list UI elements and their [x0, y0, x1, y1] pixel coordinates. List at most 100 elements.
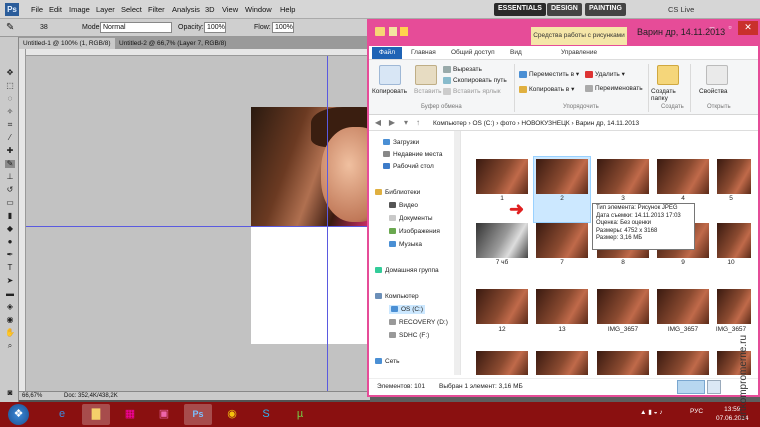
blur-tool-icon[interactable]: ◆ — [5, 225, 15, 233]
breadcrumb-item[interactable]: НОВОКУЗНЕЦК — [521, 120, 569, 127]
details-view-icon[interactable] — [677, 380, 705, 394]
copy-to-button[interactable]: Копировать в ▾ — [519, 85, 574, 93]
menu-image[interactable]: Image — [69, 5, 90, 14]
maximize-icon[interactable]: ▫ — [720, 21, 740, 35]
flow-field[interactable]: 100% — [272, 22, 294, 33]
cs-live-button[interactable]: CS Live — [668, 5, 694, 14]
shape-tool-icon[interactable]: ▬ — [5, 290, 15, 298]
3d-tool-icon[interactable]: ◈ — [5, 303, 15, 311]
tab-untitled-1[interactable]: Untitled-1 @ 100% (1, RGB/8) — [19, 38, 115, 49]
file-thumbnail[interactable] — [597, 159, 649, 194]
file-thumbnail[interactable] — [536, 289, 588, 324]
menu-analysis[interactable]: Analysis — [172, 5, 200, 14]
quick-access-properties-icon[interactable] — [389, 27, 397, 36]
copy-path-button[interactable]: Скопировать путь — [443, 77, 507, 84]
magic-wand-tool-icon[interactable]: ✧ — [5, 108, 15, 116]
nav-scrollbar[interactable] — [454, 131, 460, 375]
delete-button[interactable]: Удалить ▾ — [585, 70, 625, 78]
workspace-essentials[interactable]: ESSENTIALS — [494, 3, 546, 16]
dodge-tool-icon[interactable]: ● — [5, 238, 15, 246]
history-brush-tool-icon[interactable]: ↺ — [5, 186, 15, 194]
language-indicator[interactable]: РУС — [690, 408, 703, 415]
menu-file[interactable]: File — [31, 5, 43, 14]
tab-manage[interactable]: Управление — [561, 49, 597, 56]
crop-tool-icon[interactable]: ⌗ — [5, 121, 15, 129]
nav-item-recent[interactable]: Недавние места — [383, 151, 443, 158]
picture-tools-context-tab[interactable]: Средства работы с рисунками — [531, 27, 627, 45]
paste-button[interactable]: Вставить — [414, 88, 442, 95]
menu-window[interactable]: Window — [245, 5, 272, 14]
nav-item-documents[interactable]: Документы — [389, 215, 433, 222]
rename-button[interactable]: Переименовать — [585, 85, 643, 92]
up-arrow-icon[interactable]: ↑ — [413, 118, 423, 128]
file-thumbnail[interactable] — [717, 159, 751, 194]
recent-dropdown-icon[interactable]: ▾ — [401, 118, 411, 128]
zoom-level[interactable]: 66,67% — [22, 393, 42, 399]
photo-layer[interactable] — [251, 107, 370, 226]
file-thumbnail[interactable] — [536, 223, 588, 258]
menu-help[interactable]: Help — [280, 5, 295, 14]
file-name[interactable]: IMG_3657 — [593, 326, 653, 333]
hand-tool-icon[interactable]: ✋ — [5, 329, 15, 337]
gradient-tool-icon[interactable]: ▮ — [5, 212, 15, 220]
3d-camera-tool-icon[interactable]: ◉ — [5, 316, 15, 324]
breadcrumb[interactable]: Компьютер › OS (C:) › фото › НОВОКУЗНЕЦК… — [433, 118, 639, 129]
file-explorer-icon[interactable]: ▇ — [82, 404, 110, 425]
copy-big-icon[interactable] — [379, 65, 401, 85]
paste-shortcut-button[interactable]: Вставить ярлык — [443, 88, 501, 95]
tray-icons[interactable]: ▲ ▮ ◒ ♪ — [640, 408, 663, 416]
brush-size[interactable]: 38 — [40, 24, 48, 31]
file-thumbnail[interactable] — [476, 289, 528, 324]
breadcrumb-item[interactable]: OS (C:) — [472, 120, 494, 127]
file-thumbnail[interactable] — [597, 289, 649, 324]
presentation-app-icon[interactable]: ▣ — [150, 404, 178, 425]
tab-untitled-2[interactable]: Untitled-2 @ 66,7% (Layer 7, RGB/8) — [115, 38, 230, 49]
menu-view[interactable]: View — [222, 5, 238, 14]
tab-view[interactable]: Вид — [510, 49, 522, 56]
thumbnails-view-icon[interactable] — [707, 380, 721, 394]
opacity-field[interactable]: 100% — [204, 22, 226, 33]
forward-arrow-icon[interactable]: ▶ — [387, 118, 397, 128]
quick-access-new-folder-icon[interactable] — [400, 27, 408, 36]
nav-item-video[interactable]: Видео — [389, 202, 418, 209]
explorer-titlebar[interactable]: Средства работы с рисунками Варин др, 14… — [369, 21, 758, 46]
vertical-ruler[interactable] — [19, 49, 26, 391]
properties-button[interactable]: Свойства — [699, 88, 728, 95]
file-thumbnail[interactable] — [536, 159, 588, 194]
nav-item-pictures[interactable]: Изображения — [389, 228, 440, 235]
file-thumbnail[interactable] — [717, 223, 751, 258]
pen-tool-icon[interactable]: ✒ — [5, 251, 15, 259]
back-arrow-icon[interactable]: ◀ — [373, 118, 383, 128]
file-name[interactable]: 5 — [705, 195, 757, 202]
minimize-icon[interactable]: – — [702, 21, 722, 35]
workspace-painting[interactable]: PAINTING — [585, 3, 626, 16]
nav-item-desktop[interactable]: Рабочий стол — [383, 163, 434, 170]
nav-item-os-c[interactable]: OS (C:) — [389, 305, 426, 314]
file-thumbnail[interactable] — [476, 223, 528, 258]
document-canvas[interactable] — [251, 227, 370, 344]
tab-file[interactable]: Файл — [372, 47, 402, 59]
breadcrumb-item[interactable]: фото — [500, 120, 515, 127]
move-to-button[interactable]: Переместить в ▾ — [519, 70, 579, 78]
file-name[interactable]: 8 — [593, 259, 653, 266]
menu-filter[interactable]: Filter — [148, 5, 165, 14]
file-name[interactable]: IMG_3657 — [653, 326, 713, 333]
photoshop-taskbar-icon[interactable]: Ps — [184, 404, 212, 425]
file-thumbnail[interactable] — [476, 159, 528, 194]
file-name[interactable]: 12 — [472, 326, 532, 333]
breadcrumb-item[interactable]: Варин др, 14.11.2013 — [575, 120, 639, 127]
workspace-design[interactable]: DESIGN — [547, 3, 582, 16]
file-thumbnail[interactable] — [536, 351, 588, 375]
copy-button[interactable]: Копировать — [372, 88, 407, 95]
internet-explorer-icon[interactable]: e — [48, 404, 76, 425]
nav-item-computer[interactable]: Компьютер — [375, 293, 419, 300]
stamp-tool-icon[interactable]: ⊥ — [5, 173, 15, 181]
nav-item-music[interactable]: Музыка — [389, 241, 422, 248]
eyedropper-tool-icon[interactable]: ⁄ — [5, 134, 15, 142]
media-app-icon[interactable]: ▦ — [116, 404, 144, 425]
file-name[interactable]: 7 — [532, 259, 592, 266]
nav-item-network[interactable]: Сеть — [375, 358, 399, 365]
eraser-tool-icon[interactable]: ▭ — [5, 199, 15, 207]
cut-button[interactable]: Вырезать — [443, 66, 482, 73]
close-icon[interactable]: ✕ — [738, 21, 758, 35]
